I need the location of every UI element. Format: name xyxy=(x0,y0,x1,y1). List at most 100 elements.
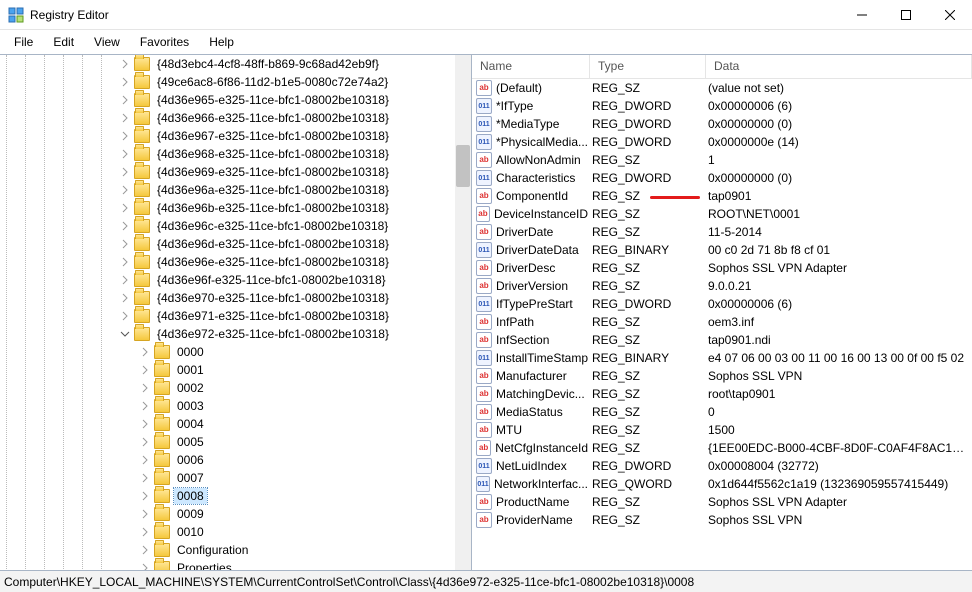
chevron-right-icon[interactable] xyxy=(138,345,152,359)
tree-key[interactable]: 0005 xyxy=(0,433,471,451)
tree-key[interactable]: {4d36e96a-e325-11ce-bfc1-08002be10318} xyxy=(0,181,471,199)
chevron-right-icon[interactable] xyxy=(138,471,152,485)
column-header-data[interactable]: Data xyxy=(706,55,972,78)
chevron-right-icon[interactable] xyxy=(138,453,152,467)
value-row[interactable]: 011*PhysicalMedia...REG_DWORD0x0000000e … xyxy=(472,133,972,151)
value-row[interactable]: 011DriverDateDataREG_BINARY00 c0 2d 71 8… xyxy=(472,241,972,259)
minimize-button[interactable] xyxy=(840,0,884,30)
tree-key[interactable]: {4d36e96c-e325-11ce-bfc1-08002be10318} xyxy=(0,217,471,235)
chevron-right-icon[interactable] xyxy=(138,363,152,377)
value-row[interactable]: ab(Default)REG_SZ(value not set) xyxy=(472,79,972,97)
tree-scrollbar-thumb[interactable] xyxy=(456,145,470,187)
chevron-right-icon[interactable] xyxy=(138,525,152,539)
chevron-right-icon[interactable] xyxy=(138,561,152,570)
tree-key[interactable]: {4d36e967-e325-11ce-bfc1-08002be10318} xyxy=(0,127,471,145)
value-row[interactable]: abInfPathREG_SZoem3.inf xyxy=(472,313,972,331)
tree-key[interactable]: {4d36e971-e325-11ce-bfc1-08002be10318} xyxy=(0,307,471,325)
menu-item[interactable]: File xyxy=(4,32,43,52)
maximize-button[interactable] xyxy=(884,0,928,30)
chevron-right-icon[interactable] xyxy=(118,75,132,89)
value-row[interactable]: abInfSectionREG_SZtap0901.ndi xyxy=(472,331,972,349)
tree-key[interactable]: {4d36e96d-e325-11ce-bfc1-08002be10318} xyxy=(0,235,471,253)
value-row[interactable]: abProductNameREG_SZSophos SSL VPN Adapte… xyxy=(472,493,972,511)
chevron-right-icon[interactable] xyxy=(118,255,132,269)
value-row[interactable]: abDeviceInstanceIDREG_SZROOT\NET\0001 xyxy=(472,205,972,223)
chevron-right-icon[interactable] xyxy=(138,399,152,413)
tree-key[interactable]: {4d36e965-e325-11ce-bfc1-08002be10318} xyxy=(0,91,471,109)
value-row[interactable]: 011NetLuidIndexREG_DWORD0x00008004 (3277… xyxy=(472,457,972,475)
value-row[interactable]: abDriverDescREG_SZSophos SSL VPN Adapter xyxy=(472,259,972,277)
tree-key[interactable]: Properties xyxy=(0,559,471,570)
value-row[interactable]: 011*IfTypeREG_DWORD0x00000006 (6) xyxy=(472,97,972,115)
tree-key[interactable]: {4d36e968-e325-11ce-bfc1-08002be10318} xyxy=(0,145,471,163)
chevron-right-icon[interactable] xyxy=(118,183,132,197)
tree-key[interactable]: {4d36e970-e325-11ce-bfc1-08002be10318} xyxy=(0,289,471,307)
chevron-right-icon[interactable] xyxy=(138,435,152,449)
chevron-right-icon[interactable] xyxy=(118,165,132,179)
chevron-down-icon[interactable] xyxy=(118,327,132,341)
chevron-right-icon[interactable] xyxy=(138,489,152,503)
chevron-right-icon[interactable] xyxy=(118,201,132,215)
value-data: oem3.inf xyxy=(706,315,972,329)
menu-item[interactable]: View xyxy=(84,32,130,52)
value-row[interactable]: 011CharacteristicsREG_DWORD0x00000000 (0… xyxy=(472,169,972,187)
column-header-type[interactable]: Type xyxy=(590,55,706,78)
value-row[interactable]: abProviderNameREG_SZSophos SSL VPN xyxy=(472,511,972,529)
value-row[interactable]: abNetCfgInstanceIdREG_SZ{1EE00EDC-B000-4… xyxy=(472,439,972,457)
value-row[interactable]: 011InstallTimeStampREG_BINARYe4 07 06 00… xyxy=(472,349,972,367)
value-row[interactable]: abManufacturerREG_SZSophos SSL VPN xyxy=(472,367,972,385)
tree-key[interactable]: {4d36e96b-e325-11ce-bfc1-08002be10318} xyxy=(0,199,471,217)
tree-key[interactable]: 0000 xyxy=(0,343,471,361)
tree-key[interactable]: 0001 xyxy=(0,361,471,379)
chevron-right-icon[interactable] xyxy=(118,147,132,161)
value-row[interactable]: abDriverVersionREG_SZ9.0.0.21 xyxy=(472,277,972,295)
chevron-right-icon[interactable] xyxy=(138,507,152,521)
chevron-right-icon[interactable] xyxy=(138,381,152,395)
menu-item[interactable]: Help xyxy=(199,32,244,52)
tree-key[interactable]: {4d36e96f-e325-11ce-bfc1-08002be10318} xyxy=(0,271,471,289)
column-header-name[interactable]: Name xyxy=(472,55,590,78)
chevron-right-icon[interactable] xyxy=(138,417,152,431)
tree-key[interactable]: 0008 xyxy=(0,487,471,505)
chevron-right-icon[interactable] xyxy=(118,273,132,287)
chevron-right-icon[interactable] xyxy=(118,111,132,125)
value-row[interactable]: 011NetworkInterfac...REG_QWORD0x1d644f55… xyxy=(472,475,972,493)
tree-key[interactable]: 0006 xyxy=(0,451,471,469)
tree-key[interactable]: 0007 xyxy=(0,469,471,487)
tree-key[interactable]: {4d36e972-e325-11ce-bfc1-08002be10318} xyxy=(0,325,471,343)
values-list-header[interactable]: Name Type Data xyxy=(472,55,972,79)
tree-key[interactable]: 0003 xyxy=(0,397,471,415)
value-row[interactable]: abComponentIdREG_SZtap0901 xyxy=(472,187,972,205)
value-row[interactable]: abMediaStatusREG_SZ0 xyxy=(472,403,972,421)
chevron-right-icon[interactable] xyxy=(118,219,132,233)
tree-key[interactable]: {4d36e969-e325-11ce-bfc1-08002be10318} xyxy=(0,163,471,181)
tree-key[interactable]: 0010 xyxy=(0,523,471,541)
chevron-right-icon[interactable] xyxy=(118,57,132,71)
tree-key[interactable]: {49ce6ac8-6f86-11d2-b1e5-0080c72e74a2} xyxy=(0,73,471,91)
chevron-right-icon[interactable] xyxy=(118,309,132,323)
tree-key[interactable]: 0004 xyxy=(0,415,471,433)
tree-pane[interactable]: {48d3ebc4-4cf8-48ff-b869-9c68ad42eb9f}{4… xyxy=(0,55,472,570)
tree-key[interactable]: {48d3ebc4-4cf8-48ff-b869-9c68ad42eb9f} xyxy=(0,55,471,73)
values-list[interactable]: Name Type Data ab(Default)REG_SZ(value n… xyxy=(472,55,972,570)
chevron-right-icon[interactable] xyxy=(118,93,132,107)
tree-key[interactable]: {4d36e96e-e325-11ce-bfc1-08002be10318} xyxy=(0,253,471,271)
tree-key[interactable]: 0009 xyxy=(0,505,471,523)
value-row[interactable]: abMTUREG_SZ1500 xyxy=(472,421,972,439)
tree-key[interactable]: {4d36e966-e325-11ce-bfc1-08002be10318} xyxy=(0,109,471,127)
chevron-right-icon[interactable] xyxy=(118,129,132,143)
value-row[interactable]: 011IfTypePreStartREG_DWORD0x00000006 (6) xyxy=(472,295,972,313)
close-button[interactable] xyxy=(928,0,972,30)
tree-scrollbar[interactable] xyxy=(455,55,471,570)
menu-item[interactable]: Favorites xyxy=(130,32,199,52)
chevron-right-icon[interactable] xyxy=(118,291,132,305)
value-row[interactable]: 011*MediaTypeREG_DWORD0x00000000 (0) xyxy=(472,115,972,133)
tree-key[interactable]: 0002 xyxy=(0,379,471,397)
menu-item[interactable]: Edit xyxy=(43,32,84,52)
value-row[interactable]: abDriverDateREG_SZ11-5-2014 xyxy=(472,223,972,241)
value-row[interactable]: abAllowNonAdminREG_SZ1 xyxy=(472,151,972,169)
value-row[interactable]: abMatchingDevic...REG_SZroot\tap0901 xyxy=(472,385,972,403)
chevron-right-icon[interactable] xyxy=(118,237,132,251)
chevron-right-icon[interactable] xyxy=(138,543,152,557)
tree-key[interactable]: Configuration xyxy=(0,541,471,559)
